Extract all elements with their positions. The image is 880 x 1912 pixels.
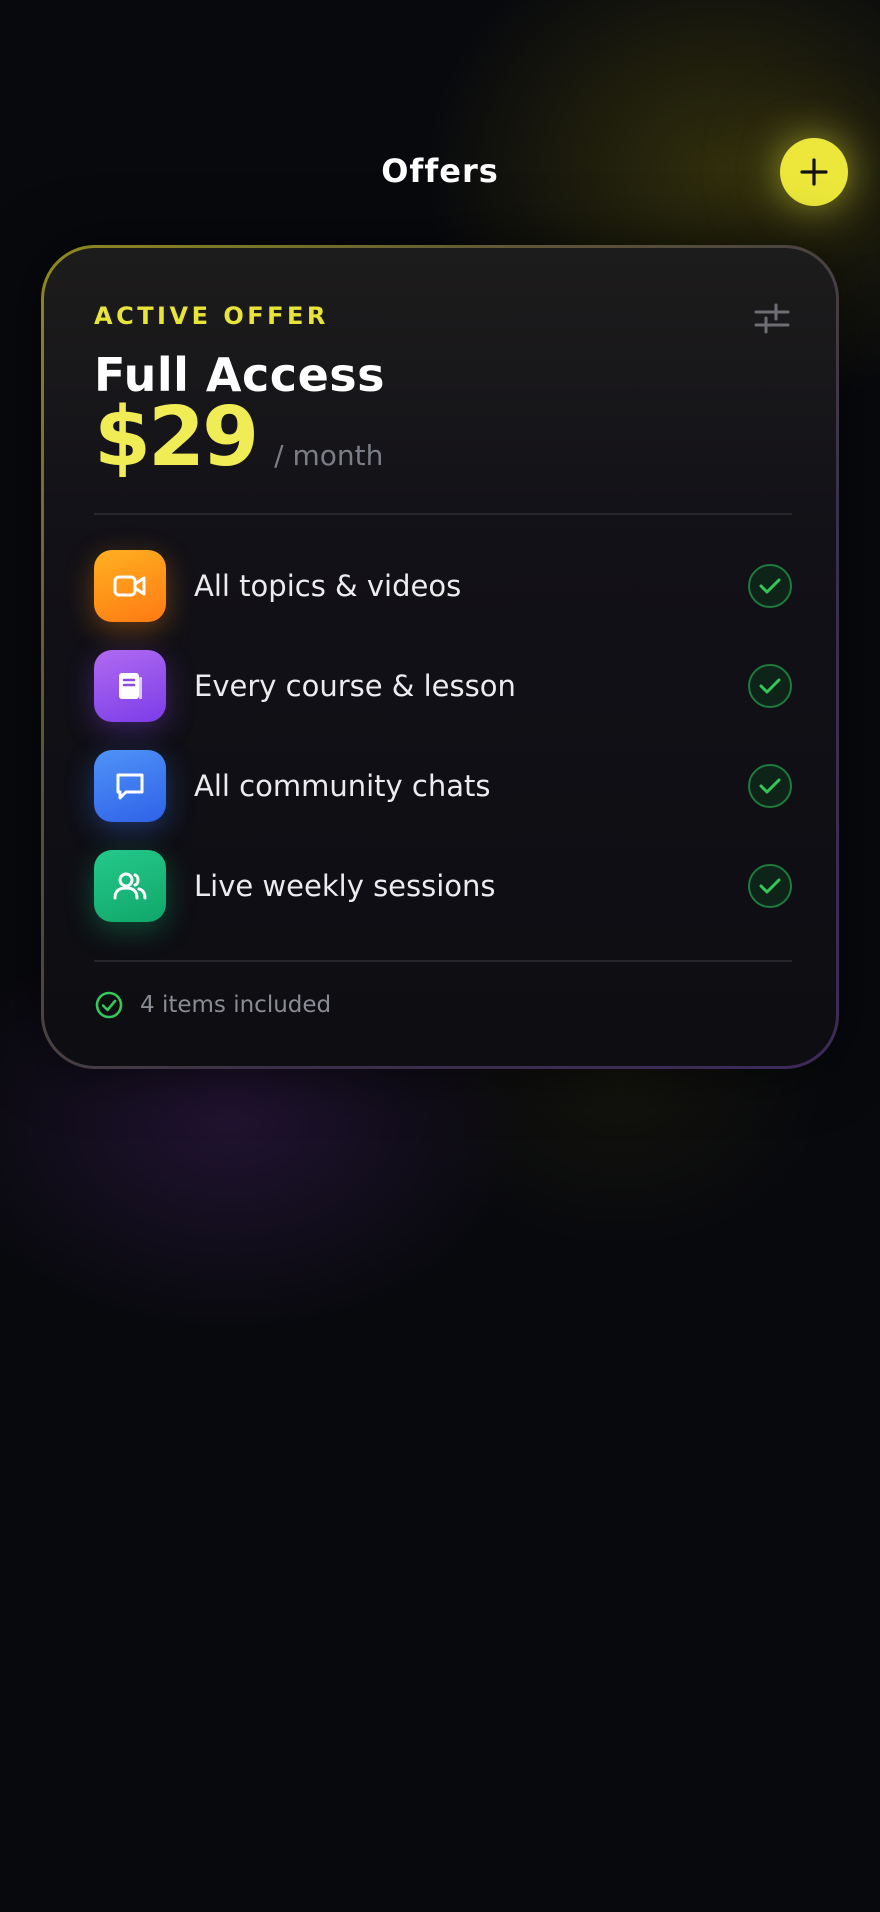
sliders-icon[interactable] (754, 302, 790, 334)
page-title: Offers (381, 152, 499, 190)
offer-card[interactable]: ACTIVE OFFER Full Access $29 / month All… (41, 245, 839, 1069)
price-period: / month (274, 439, 384, 472)
chat-bubble-icon (94, 750, 166, 822)
divider (94, 960, 792, 962)
included-summary: 4 items included (94, 990, 331, 1020)
book-icon (94, 650, 166, 722)
feature-label: Live weekly sessions (194, 869, 496, 903)
feature-item: Live weekly sessions (94, 850, 792, 922)
plus-icon (800, 158, 828, 186)
check-circle-icon (95, 991, 123, 1019)
feature-item: All community chats (94, 750, 792, 822)
feature-label: All topics & videos (194, 569, 462, 603)
check-icon (748, 764, 792, 808)
divider (94, 513, 792, 515)
price-amount: $29 (94, 390, 259, 485)
video-camera-icon (94, 550, 166, 622)
feature-label: Every course & lesson (194, 669, 516, 703)
price-row: $29 / month (94, 390, 383, 485)
feature-label: All community chats (194, 769, 491, 803)
check-icon (748, 664, 792, 708)
offers-screen: Offers ACTIVE OFFER Full Access $29 / mo… (0, 0, 880, 1912)
offer-status-label: ACTIVE OFFER (94, 302, 329, 330)
feature-item: Every course & lesson (94, 650, 792, 722)
check-icon (748, 564, 792, 608)
check-icon (748, 864, 792, 908)
add-offer-button[interactable] (780, 138, 848, 206)
included-count-text: 4 items included (140, 992, 332, 1018)
users-icon (94, 850, 166, 922)
feature-item: All topics & videos (94, 550, 792, 622)
